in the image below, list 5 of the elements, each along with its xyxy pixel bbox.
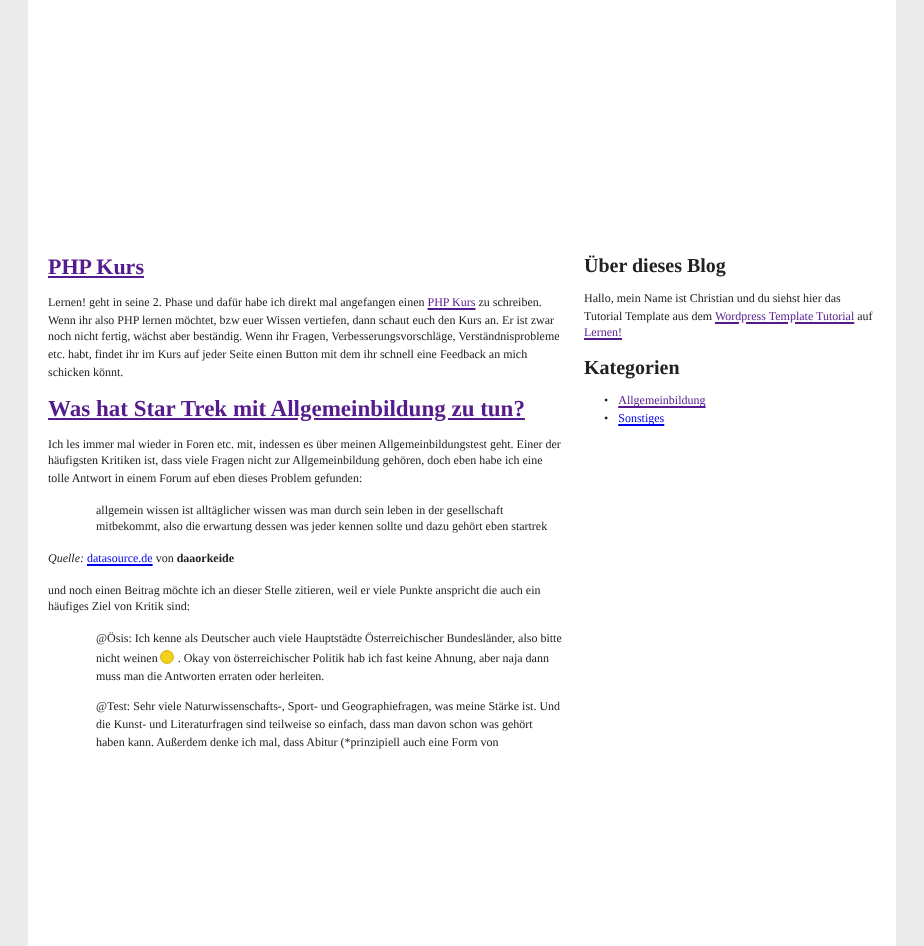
smiley-icon bbox=[160, 649, 175, 664]
post-title[interactable]: PHP Kurs bbox=[48, 256, 564, 280]
post-title[interactable]: Was hat Star Trek mit Allgemeinbildung zu tun? bbox=[48, 397, 564, 422]
sidebar-heading: Über dieses Blog bbox=[584, 256, 728, 278]
sidebar-heading: Kategorien bbox=[584, 358, 682, 381]
